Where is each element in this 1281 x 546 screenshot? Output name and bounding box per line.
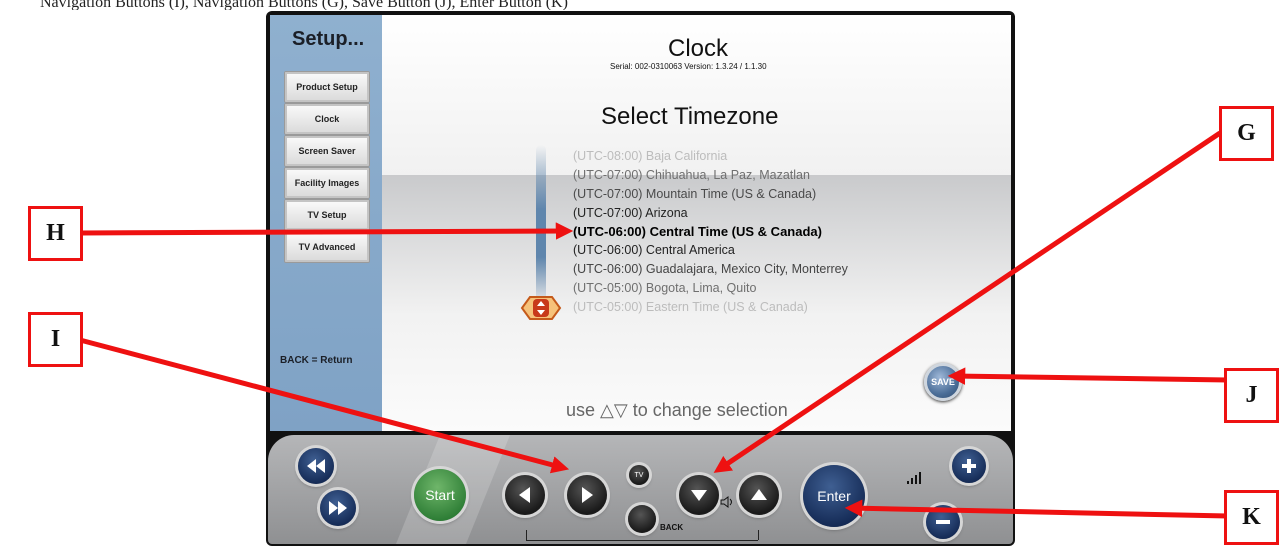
arrow-h <box>79 222 574 240</box>
arrow-i <box>79 337 570 474</box>
annotation-label-h: H <box>28 206 83 261</box>
arrow-k <box>844 499 1229 519</box>
arrow-j <box>947 367 1229 385</box>
annotation-arrows <box>79 130 1229 519</box>
annotation-label-i: I <box>28 312 83 367</box>
annotation-label-g: G <box>1219 106 1274 161</box>
annotation-label-j: J <box>1224 368 1279 423</box>
arrow-g <box>713 130 1222 473</box>
annotation-label-k: K <box>1224 490 1279 545</box>
